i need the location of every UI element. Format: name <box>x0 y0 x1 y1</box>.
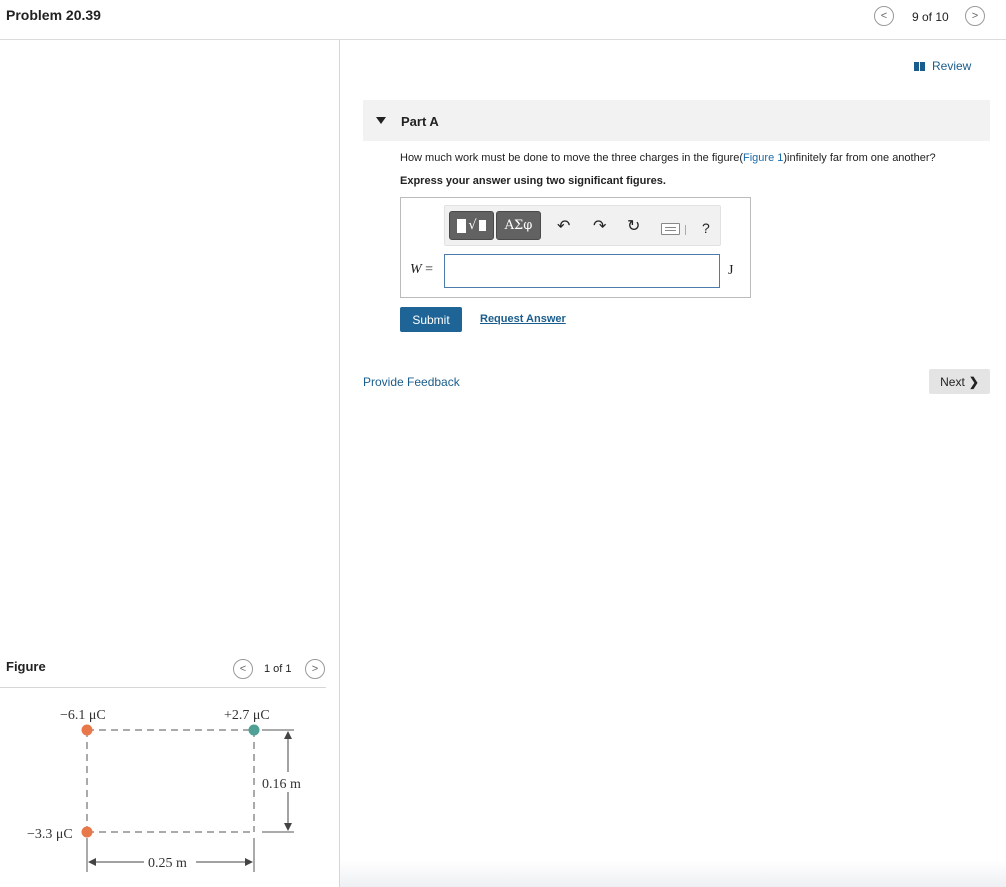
width-arrow-right <box>245 858 253 866</box>
keyboard-icon[interactable] <box>661 223 680 235</box>
undo-icon[interactable]: ↶ <box>557 218 570 236</box>
header-divider <box>0 39 1006 40</box>
figure-heading: Figure <box>6 659 46 674</box>
width-label: 0.25 m <box>148 856 187 871</box>
previous-problem-button[interactable]: < <box>874 6 894 26</box>
chevron-right-icon: > <box>311 663 319 675</box>
problem-title: Problem 20.39 <box>6 7 101 23</box>
pane-divider <box>339 40 340 887</box>
next-problem-button[interactable]: > <box>965 6 985 26</box>
toolbar-separator <box>685 225 686 235</box>
figure-counter: 1 of 1 <box>264 663 292 675</box>
redo-icon[interactable]: ↷ <box>593 218 606 236</box>
charge-top-right-label: +2.7 μC <box>224 708 270 723</box>
chevron-right-icon: > <box>971 10 979 22</box>
problem-counter: 9 of 10 <box>912 10 949 24</box>
charge-bottom-left <box>81 826 93 838</box>
question-text-start: How much work must be done to move the t… <box>400 152 744 164</box>
figure-link[interactable]: Figure 1 <box>743 152 783 164</box>
charge-diagram: 0.16 m 0.25 m −6.1 μC +2.7 μC −3.3 μC <box>27 708 310 872</box>
chevron-left-icon: < <box>239 663 247 675</box>
answer-variable-label: W = <box>410 262 433 278</box>
next-button[interactable]: Next ❯ <box>929 369 990 394</box>
answer-unit: J <box>728 263 734 278</box>
templates-button[interactable]: √ <box>449 211 494 240</box>
reset-icon[interactable]: ↻ <box>627 218 640 236</box>
figure-next-button[interactable]: > <box>305 659 325 679</box>
next-label: Next <box>940 374 965 389</box>
review-link[interactable]: Review <box>914 59 971 73</box>
greek-symbols-button[interactable]: ΑΣφ <box>496 211 541 240</box>
submit-button[interactable]: Submit <box>400 307 462 332</box>
provide-feedback-link[interactable]: Provide Feedback <box>363 375 460 389</box>
charge-bottom-left-label: −3.3 μC <box>27 827 73 842</box>
height-label: 0.16 m <box>262 777 301 792</box>
height-arrow-up <box>284 731 292 739</box>
review-label: Review <box>932 59 972 73</box>
equals-sign: = <box>425 262 434 277</box>
collapse-caret-icon[interactable] <box>376 117 386 124</box>
figure-prev-button[interactable]: < <box>233 659 253 679</box>
request-answer-link[interactable]: Request Answer <box>480 313 566 325</box>
answer-variable: W <box>410 262 422 277</box>
part-title: Part A <box>401 114 439 129</box>
charge-top-right <box>248 724 260 736</box>
charge-top-left <box>81 724 93 736</box>
chevron-left-icon: < <box>880 10 888 22</box>
chevron-right-icon: ❯ <box>968 374 979 389</box>
templates-icon: √ <box>457 218 486 233</box>
question-text-end: )infinitely far from one another? <box>783 152 936 164</box>
help-button[interactable]: ? <box>702 220 710 236</box>
height-arrow-down <box>284 823 292 831</box>
width-arrow-left <box>88 858 96 866</box>
answer-input[interactable] <box>444 254 720 288</box>
part-header[interactable] <box>363 100 990 141</box>
charge-top-left-label: −6.1 μC <box>60 708 106 723</box>
book-icon <box>914 61 926 71</box>
answer-instruction: Express your answer using two significan… <box>400 175 666 187</box>
bottom-shadow <box>340 860 1006 887</box>
question-text: How much work must be done to move the t… <box>400 152 936 164</box>
